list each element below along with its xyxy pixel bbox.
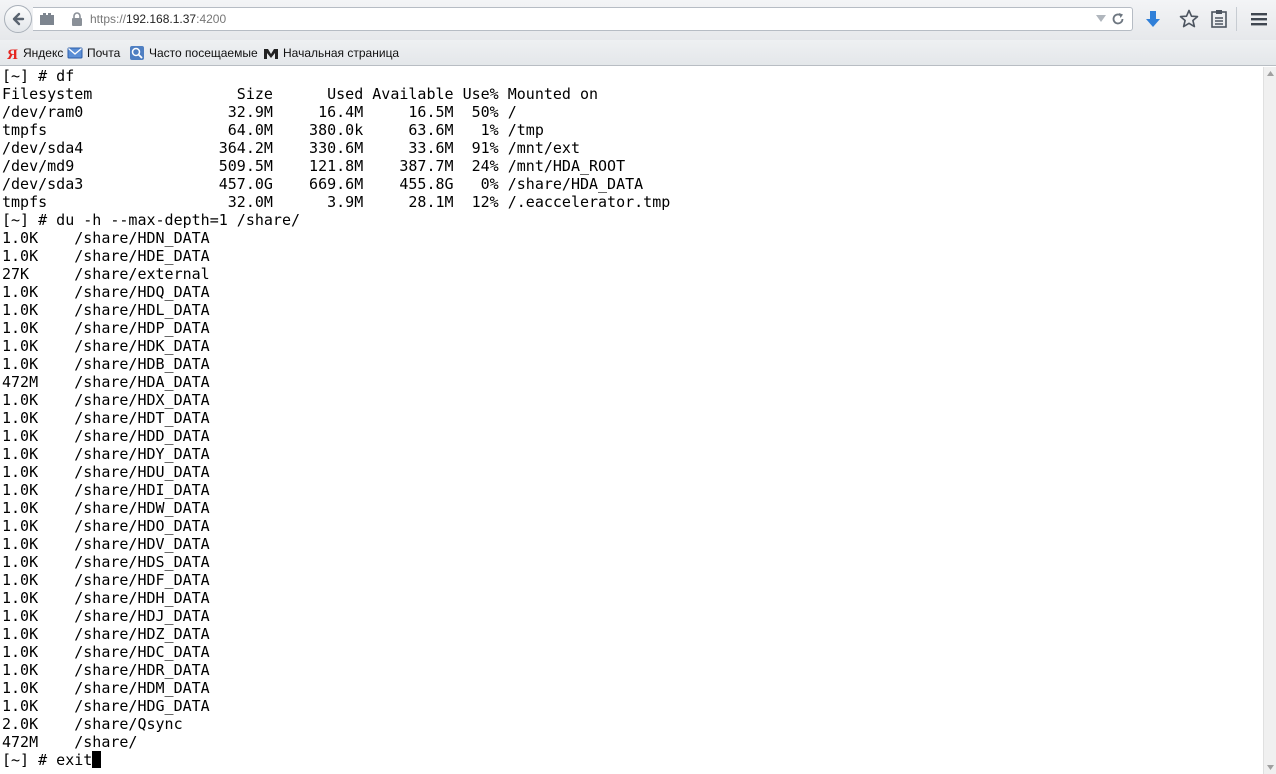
frequent-icon [130, 46, 144, 60]
terminal-line: 1.0K /share/HDK_DATA [2, 337, 210, 355]
terminal-line: 1.0K /share/HDD_DATA [2, 427, 210, 445]
terminal-line: 1.0K /share/HDI_DATA [2, 481, 210, 499]
back-arrow-icon [12, 12, 25, 26]
terminal-line: /dev/ram0 32.9M 16.4M 16.5M 50% / [2, 103, 517, 121]
mail-icon [67, 47, 83, 59]
terminal-lines: [~] # df Filesystem Size Used Available U… [2, 67, 670, 769]
bookmark-label: Почта [87, 46, 121, 60]
terminal-prompt-line[interactable]: [~] # exit [2, 751, 670, 769]
bookmark-label: Часто посещаемые [149, 46, 258, 60]
terminal-line: 1.0K /share/HDQ_DATA [2, 283, 210, 301]
scroll-down-icon[interactable] [1267, 765, 1274, 770]
bookmark-mail[interactable]: Почта [67, 44, 125, 62]
terminal-line: 1.0K /share/HDV_DATA [2, 535, 210, 553]
terminal-line: tmpfs 64.0M 380.0k 63.6M 1% /tmp [2, 121, 544, 139]
terminal-line: 472M /share/HDA_DATA [2, 373, 210, 391]
yandex-icon: Я [7, 47, 18, 61]
url-host: 192.168.1.37 [126, 12, 197, 26]
bookmarks-toolbar: Я Яндекс Почта Часто посещаемые Начальна… [0, 40, 1276, 66]
text-cursor [92, 751, 102, 768]
terminal-line: 1.0K /share/HDE_DATA [2, 247, 210, 265]
download-icon[interactable] [1142, 8, 1164, 30]
reload-icon[interactable] [1111, 12, 1125, 26]
terminal-line: 1.0K /share/HDJ_DATA [2, 607, 210, 625]
bookmarks-list-icon[interactable] [1208, 8, 1230, 30]
back-button[interactable] [4, 5, 32, 33]
terminal-line: 1.0K /share/HDH_DATA [2, 589, 210, 607]
bookmark-label: Яндекс [23, 46, 64, 60]
svg-text:Я: Я [7, 47, 18, 61]
terminal-line: 1.0K /share/HDW_DATA [2, 499, 210, 517]
terminal-line: tmpfs 32.0M 3.9M 28.1M 12% /.eaccelerato… [2, 193, 671, 211]
terminal-line: /dev/sda3 457.0G 669.6M 455.8G 0% /share… [2, 175, 644, 193]
lock-icon[interactable] [71, 12, 83, 26]
terminal-line: 472M /share/ [2, 733, 138, 751]
chevron-down-icon[interactable] [1096, 15, 1106, 23]
address-bar[interactable]: https://192.168.1.37:4200 [33, 7, 1133, 31]
browser-toolbar: https://192.168.1.37:4200 [0, 0, 1276, 40]
terminal-line: /dev/md9 509.5M 121.8M 387.7M 24% /mnt/H… [2, 157, 626, 175]
terminal-line: 1.0K /share/HDZ_DATA [2, 625, 210, 643]
hamburger-menu-icon[interactable] [1248, 8, 1270, 30]
terminal-line: 1.0K /share/HDS_DATA [2, 553, 210, 571]
bookmark-start-page[interactable]: Начальная страница [263, 44, 403, 62]
terminal-line: 1.0K /share/HDY_DATA [2, 445, 210, 463]
terminal-line: 27K /share/external [2, 265, 210, 283]
terminal-line: 1.0K /share/HDP_DATA [2, 319, 210, 337]
terminal-line: 1.0K /share/HDO_DATA [2, 517, 210, 535]
terminal-line: 1.0K /share/HDT_DATA [2, 409, 210, 427]
terminal-line: 2.0K /share/Qsync [2, 715, 183, 733]
url-text[interactable]: https://192.168.1.37:4200 [90, 12, 226, 26]
terminal-line: 1.0K /share/HDM_DATA [2, 679, 210, 697]
terminal-line: 1.0K /share/HDN_DATA [2, 229, 210, 247]
terminal-line: 1.0K /share/HDB_DATA [2, 355, 210, 373]
terminal-line: 1.0K /share/HDC_DATA [2, 643, 210, 661]
terminal-output[interactable]: [~] # df Filesystem Size Used Available U… [0, 67, 1263, 774]
terminal-line: 1.0K /share/HDR_DATA [2, 661, 210, 679]
bookmark-yandex[interactable]: Я Яндекс [3, 44, 65, 62]
terminal-line: 1.0K /share/HDX_DATA [2, 391, 210, 409]
terminal-line: 1.0K /share/HDL_DATA [2, 301, 210, 319]
terminal-line: /dev/sda4 364.2M 330.6M 33.6M 91% /mnt/e… [2, 139, 580, 157]
terminal-line: [~] # du -h --max-depth=1 /share/ [2, 211, 301, 229]
url-scheme: https:// [90, 12, 127, 26]
terminal-line: [~] # df [2, 67, 75, 85]
identity-grid-icon[interactable] [40, 13, 54, 25]
terminal-line: Filesystem Size Used Available Use% Moun… [2, 85, 599, 103]
terminal-line: 1.0K /share/HDU_DATA [2, 463, 210, 481]
terminal-line: 1.0K /share/HDG_DATA [2, 697, 210, 715]
toolbar-separator [1236, 7, 1237, 31]
vertical-scrollbar[interactable] [1263, 67, 1276, 774]
bookmark-star-icon[interactable] [1178, 8, 1200, 30]
bookmark-label: Начальная страница [283, 46, 400, 60]
m-logo-icon [264, 49, 278, 59]
prompt-text: [~] # exit [2, 751, 93, 769]
scroll-up-icon[interactable] [1267, 71, 1274, 76]
terminal-line: 1.0K /share/HDF_DATA [2, 571, 210, 589]
bookmark-frequently-visited[interactable]: Часто посещаемые [129, 44, 261, 62]
url-port: :4200 [196, 12, 227, 26]
